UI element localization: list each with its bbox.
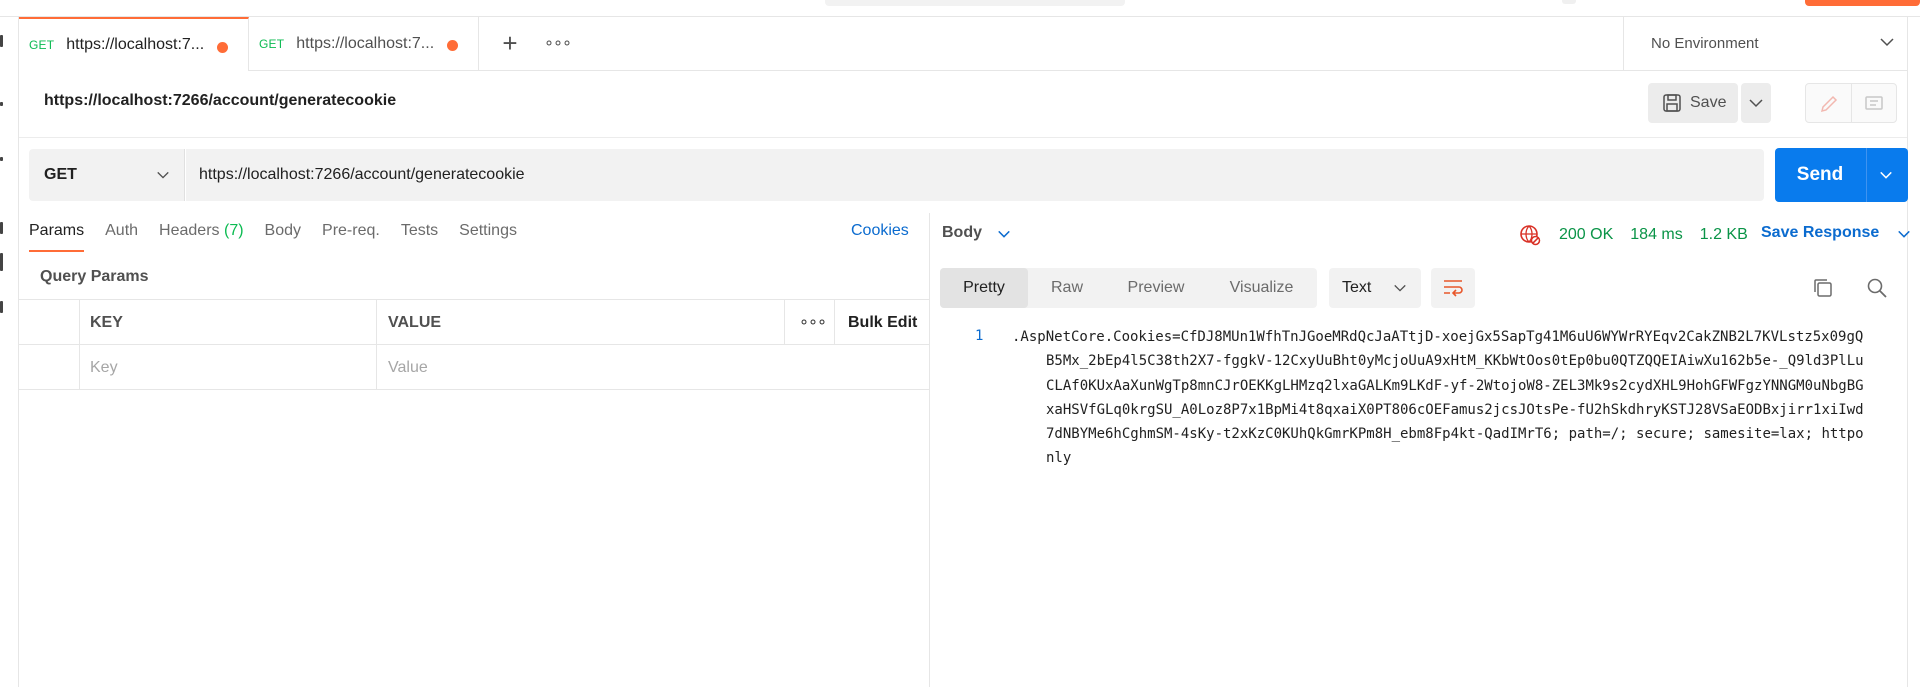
- tab-method: GET: [259, 37, 285, 51]
- table-header-row: [19, 300, 929, 345]
- method-select[interactable]: GET: [29, 149, 185, 201]
- network-globe-icon[interactable]: [1519, 224, 1541, 246]
- column-options-more-icon[interactable]: ∘∘∘: [799, 312, 827, 332]
- view-tab-visualize[interactable]: Visualize: [1206, 268, 1317, 308]
- tab-prereq[interactable]: Pre-req.: [322, 222, 380, 252]
- save-icon: [1663, 94, 1681, 112]
- new-tab-plus-icon[interactable]: +: [497, 30, 523, 57]
- environment-selector[interactable]: No Environment: [1623, 17, 1907, 71]
- sidebar-icon[interactable]: [0, 222, 3, 234]
- request-name[interactable]: https://localhost:7266/account/generatec…: [44, 92, 396, 110]
- sidebar-icon[interactable]: [0, 253, 3, 271]
- tab-title: https://localhost:7...: [66, 36, 205, 53]
- tab-settings[interactable]: Settings: [459, 222, 517, 252]
- request-tab[interactable]: GET https://localhost:7...: [19, 17, 249, 71]
- tab-tests[interactable]: Tests: [401, 222, 438, 252]
- response-status-bar: 200 OK 184 ms 1.2 KB: [1519, 223, 1765, 247]
- response-view-tabs: Pretty Raw Preview Visualize: [940, 268, 1317, 308]
- tab-method: GET: [29, 38, 55, 52]
- tab-params[interactable]: Params: [29, 222, 85, 252]
- request-tab[interactable]: GET https://localhost:7...: [249, 17, 479, 71]
- header-icon[interactable]: [1562, 0, 1576, 4]
- chevron-down-icon: [1749, 99, 1763, 108]
- search-icon[interactable]: [1866, 277, 1888, 299]
- format-value: Text: [1342, 279, 1372, 296]
- tab-body[interactable]: Body: [265, 222, 301, 252]
- tab-options-more-icon[interactable]: ∘∘∘: [544, 31, 572, 57]
- app-header-strip: [0, 0, 1920, 17]
- wrap-lines-button[interactable]: [1431, 268, 1475, 308]
- value-column-header: VALUE: [388, 314, 442, 331]
- key-input[interactable]: Key: [90, 359, 118, 377]
- response-time[interactable]: 184 ms: [1630, 226, 1682, 244]
- divider: [19, 137, 1907, 138]
- pencil-icon[interactable]: [1819, 94, 1839, 114]
- tab-title: https://localhost:7...: [296, 35, 435, 52]
- edit-docs-group: [1805, 83, 1897, 123]
- save-label: Save: [1690, 94, 1727, 111]
- save-response-label: Save Response: [1761, 224, 1880, 241]
- format-select[interactable]: Text: [1329, 268, 1421, 308]
- sidebar-icon[interactable]: [0, 102, 3, 106]
- url-input[interactable]: https://localhost:7266/account/generatec…: [186, 149, 1764, 201]
- response-size[interactable]: 1.2 KB: [1700, 226, 1748, 244]
- sidebar-icon[interactable]: [0, 301, 3, 313]
- headers-count: (7): [223, 222, 244, 239]
- key-column-header: KEY: [90, 314, 123, 331]
- send-button[interactable]: Send: [1775, 148, 1908, 202]
- left-sidebar-edge: [0, 17, 19, 687]
- sidebar-icon[interactable]: [0, 157, 3, 161]
- table-row: [19, 345, 929, 390]
- sidebar-icon[interactable]: [0, 35, 3, 47]
- pane-divider[interactable]: [929, 213, 930, 687]
- tab-headers-label: Headers: [159, 222, 220, 239]
- cookies-link[interactable]: Cookies: [851, 222, 909, 240]
- right-sidebar-edge: [1907, 17, 1920, 687]
- method-value: GET: [44, 166, 77, 183]
- response-body-selector[interactable]: Body: [942, 224, 1010, 242]
- bulk-edit-button[interactable]: Bulk Edit: [848, 314, 917, 332]
- comment-icon[interactable]: [1864, 94, 1884, 114]
- view-tab-pretty[interactable]: Pretty: [940, 268, 1028, 308]
- request-tab-bar: GET https://localhost:7... GET https://l…: [19, 17, 1623, 71]
- response-body-label: Body: [942, 224, 982, 241]
- url-value: https://localhost:7266/account/generatec…: [199, 166, 525, 183]
- view-tab-raw[interactable]: Raw: [1028, 268, 1106, 308]
- status-code[interactable]: 200 OK: [1559, 226, 1613, 244]
- line-number: 1: [975, 328, 984, 344]
- chevron-down-icon: [1880, 38, 1894, 47]
- upgrade-button[interactable]: [1805, 0, 1920, 6]
- chevron-down-icon: [998, 230, 1010, 238]
- save-options-button[interactable]: [1741, 83, 1771, 123]
- wrap-lines-icon: [1444, 280, 1463, 297]
- params-table: KEY VALUE ∘∘∘ Bulk Edit Key Value: [19, 299, 929, 390]
- request-config-tabs: Params Auth Headers (7) Body Pre-req. Te…: [29, 222, 538, 252]
- chevron-down-icon: [1898, 230, 1910, 238]
- chevron-down-icon: [1394, 284, 1406, 292]
- save-response-button[interactable]: Save Response: [1761, 224, 1910, 242]
- view-tab-preview[interactable]: Preview: [1106, 268, 1206, 308]
- save-button[interactable]: Save: [1648, 83, 1738, 123]
- environment-label: No Environment: [1651, 35, 1759, 52]
- copy-icon[interactable]: [1812, 277, 1834, 299]
- response-body-text[interactable]: .AspNetCore.Cookies=CfDJ8MUn1WfhTnJGoeMR…: [1012, 325, 1870, 471]
- chevron-down-icon[interactable]: [1879, 168, 1893, 182]
- global-search-bar[interactable]: [825, 0, 1125, 6]
- send-label: Send: [1796, 164, 1844, 185]
- chevron-down-icon: [157, 171, 169, 179]
- unsaved-dot-icon: [447, 40, 458, 51]
- unsaved-dot-icon: [217, 42, 228, 53]
- query-params-title: Query Params: [40, 268, 149, 285]
- value-input[interactable]: Value: [388, 359, 428, 377]
- tab-headers[interactable]: Headers (7): [159, 222, 244, 252]
- tab-auth[interactable]: Auth: [105, 222, 138, 252]
